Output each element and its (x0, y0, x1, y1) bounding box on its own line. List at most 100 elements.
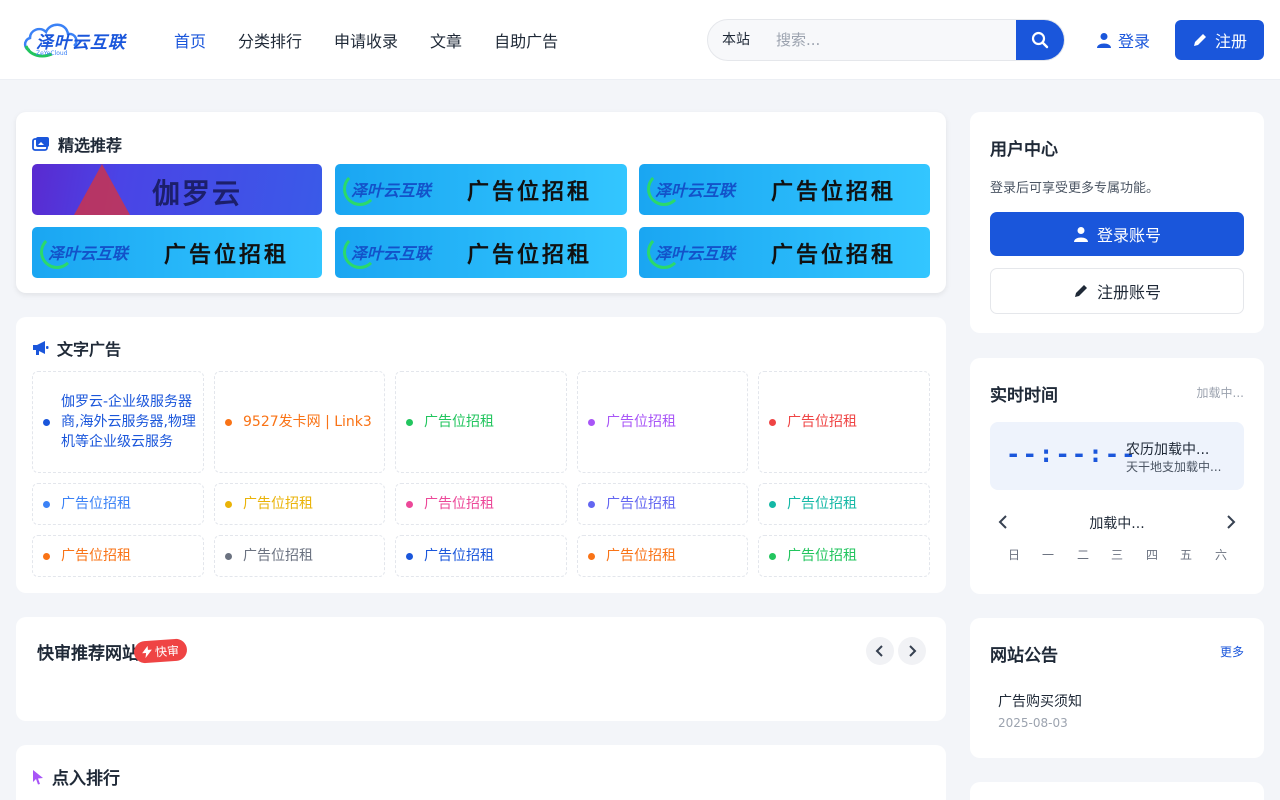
featured-banner-4[interactable]: 泽叶云互联 广告位招租 (32, 227, 322, 278)
image-icon (32, 137, 49, 151)
megaphone-icon (33, 341, 49, 355)
realtime-status: 加载中... (1196, 386, 1244, 400)
notice-item[interactable]: 广告购买须知 2025-08-03 (998, 691, 1082, 730)
text-ad-label: 广告位招租 (787, 548, 857, 564)
pencil-icon (1193, 34, 1206, 46)
nav-category-ranking[interactable]: 分类排行 (222, 28, 318, 52)
quick-review-card: 快审推荐网站 (16, 617, 946, 721)
ganzhi-date: 天干地支加载中... (1126, 460, 1222, 474)
text-ad-item[interactable]: 广告位招租 (758, 483, 930, 525)
text-ad-label: 广告位招租 (243, 548, 313, 564)
realtime-title: 实时时间 (990, 381, 1058, 406)
text-ad-label: 9527发卡网 | Link3 (243, 414, 372, 430)
color-dot (406, 418, 413, 426)
text-ad-item[interactable]: 广告位招租 (395, 371, 567, 473)
next-sidebar-card (970, 782, 1264, 800)
chevron-left-icon (998, 515, 1007, 529)
text-ad-item[interactable]: 广告位招租 (214, 483, 385, 525)
banner-logo: 泽叶云互联 (655, 244, 736, 263)
color-dot (588, 500, 595, 508)
fast-review-badge: 快审 (133, 638, 188, 664)
pencil-icon (1074, 285, 1087, 297)
search-icon (1031, 31, 1049, 49)
text-ad-item[interactable]: 广告位招租 (577, 483, 748, 525)
site-header: 泽叶云互联 ZeYeCloud 首页 分类排行 申请收录 文章 自助广告 本站 … (0, 0, 1280, 80)
calendar-next-button[interactable] (1222, 512, 1240, 532)
color-dot (43, 418, 50, 426)
login-link[interactable]: 登录 (1096, 28, 1150, 52)
cursor-icon (33, 769, 43, 784)
banner-text: 广告位招租 (771, 242, 897, 268)
text-ad-item[interactable]: 广告位招租 (395, 535, 567, 577)
login-account-label: 登录账号 (1096, 228, 1161, 245)
search-input[interactable] (768, 20, 1018, 60)
notice-card: 网站公告 更多 广告购买须知 2025-08-03 (970, 618, 1264, 758)
register-account-button[interactable]: 注册账号 (990, 268, 1244, 314)
text-ad-item[interactable]: 广告位招租 (577, 371, 748, 473)
quick-review-title: 快审推荐网站 (37, 639, 139, 664)
featured-banner-1[interactable]: 伽罗云 (32, 164, 322, 215)
featured-banner-6[interactable]: 泽叶云互联 广告位招租 (639, 227, 930, 278)
banner-text: 伽罗云 (152, 177, 243, 210)
chevron-right-icon (909, 645, 917, 657)
login-account-button[interactable]: 登录账号 (990, 212, 1244, 256)
nav-home[interactable]: 首页 (158, 28, 222, 52)
featured-banner-5[interactable]: 泽叶云互联 广告位招租 (335, 227, 627, 278)
ranking-title-text: 点入排行 (52, 769, 120, 789)
text-ad-label: 广告位招租 (787, 414, 857, 430)
register-button[interactable]: 注册 (1175, 20, 1264, 60)
notice-item-title: 广告购买须知 (998, 694, 1082, 710)
banner-text: 广告位招租 (164, 242, 290, 268)
chevron-right-icon (1227, 515, 1236, 529)
digital-clock: --:--:-- (1006, 440, 1138, 468)
text-ad-item[interactable]: 9527发卡网 | Link3 (214, 371, 385, 473)
banner-text: 广告位招租 (467, 179, 593, 205)
weekday-fri: 五 (1179, 548, 1192, 562)
featured-banner-3[interactable]: 泽叶云互联 广告位招租 (639, 164, 930, 215)
nav-self-ads[interactable]: 自助广告 (478, 28, 574, 52)
text-ad-item[interactable]: 伽罗云-企业级服务器商,海外云服务器,物理机等企业级云服务 (32, 371, 204, 473)
calendar-prev-button[interactable] (994, 512, 1012, 532)
text-ads-title-text: 文字广告 (57, 340, 122, 359)
weekday-wed: 三 (1110, 548, 1123, 562)
clock-panel: --:--:-- 农历加载中... 天干地支加载中... (990, 422, 1244, 490)
ranking-title: 点入排行 (32, 764, 120, 789)
color-dot (769, 500, 776, 508)
search-button[interactable] (1016, 20, 1064, 60)
nav-articles[interactable]: 文章 (414, 28, 478, 52)
text-ad-label: 广告位招租 (424, 548, 494, 564)
text-ads-title: 文字广告 (32, 336, 121, 360)
banner-logo: 泽叶云互联 (655, 181, 736, 200)
notice-more-link[interactable]: 更多 (1220, 643, 1244, 660)
site-logo[interactable]: 泽叶云互联 ZeYeCloud (22, 16, 132, 60)
color-dot (225, 500, 232, 508)
text-ad-item[interactable]: 广告位招租 (758, 535, 930, 577)
text-ad-item[interactable]: 广告位招租 (214, 535, 385, 577)
notice-title-text: 网站公告 (990, 646, 1058, 666)
register-label: 注册 (1214, 34, 1247, 51)
nav-apply[interactable]: 申请收录 (318, 28, 414, 52)
fast-review-badge-label: 快审 (154, 643, 180, 659)
user-icon (1073, 227, 1088, 242)
main-nav: 首页 分类排行 申请收录 文章 自助广告 (158, 0, 574, 80)
text-ad-label: 广告位招租 (243, 496, 313, 512)
text-ad-label: 广告位招租 (61, 496, 131, 512)
text-ad-item[interactable]: 广告位招租 (395, 483, 567, 525)
login-label: 登录 (1118, 32, 1151, 51)
carousel-next-button[interactable] (898, 637, 926, 665)
user-center-title: 用户中心 (990, 135, 1058, 160)
text-ad-item[interactable]: 广告位招租 (32, 535, 204, 577)
banner-logo: 泽叶云互联 (48, 244, 129, 263)
ranking-card: 点入排行 (16, 745, 946, 800)
banner-text: 广告位招租 (771, 179, 897, 205)
featured-banner-2[interactable]: 泽叶云互联 广告位招租 (335, 164, 627, 215)
text-ad-item[interactable]: 广告位招租 (32, 483, 204, 525)
text-ad-label: 伽罗云-企业级服务器商,海外云服务器,物理机等企业级云服务 (61, 394, 196, 450)
text-ad-item[interactable]: 广告位招租 (758, 371, 930, 473)
search-scope-select[interactable]: 本站 (708, 20, 764, 60)
carousel-prev-button[interactable] (866, 637, 894, 665)
color-dot (406, 552, 413, 560)
color-dot (225, 418, 232, 426)
calendar-month-label: 加载中... (1089, 516, 1145, 532)
text-ad-item[interactable]: 广告位招租 (577, 535, 748, 577)
